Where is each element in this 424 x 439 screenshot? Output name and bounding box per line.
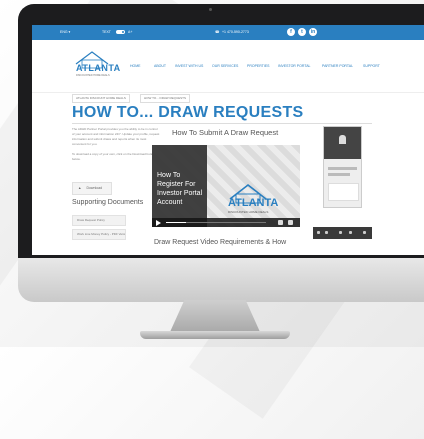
search-icon[interactable]	[317, 231, 320, 234]
monitor-stand-base	[140, 331, 290, 339]
top-utility-bar: ENG ▾ TEXT A+ ☎ +1 470-590-2773 f t in	[32, 25, 424, 40]
fullscreen-icon[interactable]	[288, 220, 293, 225]
video-logo: ATLANTA DISCOUNTED HOME DEALS	[224, 181, 296, 217]
nav-home[interactable]: HOME	[130, 64, 141, 68]
breadcrumb-current: HOW TO... DRAW REQUESTS	[140, 94, 190, 103]
phone-number-link[interactable]: +1 470-590-2773	[222, 30, 249, 34]
video-title-overlay: How To Register For Investor Portal Acco…	[152, 145, 207, 227]
video-logo-subtext: DISCOUNTED HOME DEALS	[228, 210, 269, 214]
site-header: ATLANTA DISCOUNTED HOME DEALS HOME ABOUT…	[32, 40, 424, 93]
chevron-right-icon[interactable]	[349, 231, 352, 234]
nav-partner-portal[interactable]: PARTNER PORTAL	[322, 64, 353, 68]
grid-icon[interactable]	[325, 231, 328, 234]
twitter-icon[interactable]: t	[298, 28, 306, 36]
preview-card	[328, 183, 359, 201]
video-requirements-heading: Draw Request Video Requirements & How	[154, 239, 287, 246]
camera-icon	[209, 8, 212, 11]
nav-invest-with-us[interactable]: INVEST WITH US	[175, 64, 203, 68]
intro-text: The ADHD Partner Portal provides you the…	[72, 127, 160, 146]
video-progress-bar[interactable]	[166, 222, 266, 223]
logo-text: ATLANTA	[76, 63, 121, 73]
intro-text-2: To download a copy of your own, click on…	[72, 152, 155, 161]
expand-icon[interactable]	[363, 231, 366, 234]
sidebar-gallery-controls	[313, 227, 372, 239]
download-button-label: Download	[86, 186, 103, 190]
intro-paragraph: The ADHD Partner Portal provides you the…	[72, 127, 160, 162]
page-title: HOW TO... DRAW REQUESTS	[72, 104, 304, 121]
video-section-title: How To Submit A Draw Request	[172, 128, 279, 137]
doc-link-work-line-policy[interactable]: Work Line Money Policy - PDF Version	[72, 229, 126, 240]
download-icon: ▲	[78, 186, 82, 190]
text-size-label: TEXT	[102, 30, 111, 34]
logo-subtext: DISCOUNTED HOME DEALS	[76, 74, 110, 77]
monitor-stand-neck	[170, 300, 260, 332]
supporting-documents-heading: Supporting Documents	[72, 199, 144, 206]
video-overlay-text: How To Register For Investor Portal Acco…	[157, 172, 203, 206]
lamp-icon	[339, 135, 346, 144]
nav-support[interactable]: SUPPORT	[363, 64, 380, 68]
settings-icon[interactable]	[278, 220, 283, 225]
language-selector[interactable]: ENG ▾	[60, 30, 70, 34]
doc-link-draw-request-policy[interactable]: Draw Request Policy	[72, 215, 126, 226]
nav-investor-portal[interactable]: INVESTOR PORTAL	[278, 64, 310, 68]
nav-about[interactable]: ABOUT	[154, 64, 166, 68]
font-increase-button[interactable]: A+	[128, 30, 132, 34]
browser-viewport: ENG ▾ TEXT A+ ☎ +1 470-590-2773 f t in A…	[32, 25, 424, 255]
site-logo[interactable]: ATLANTA DISCOUNTED HOME DEALS	[72, 48, 134, 80]
play-icon[interactable]	[156, 220, 161, 226]
preview-text-line	[328, 173, 350, 176]
sidebar-preview-image[interactable]	[323, 126, 362, 208]
breadcrumb-home[interactable]: ATLANTA DISCOUNT HOME DEALS	[72, 94, 130, 103]
monitor-chin	[18, 258, 424, 302]
video-controls	[152, 218, 300, 227]
download-button[interactable]: ▲ Download	[72, 182, 112, 195]
video-logo-text: ATLANTA	[228, 197, 279, 209]
phone-icon: ☎	[215, 30, 220, 34]
nav-our-services[interactable]: OUR SERVICES	[212, 64, 238, 68]
chevron-left-icon[interactable]	[339, 231, 342, 234]
divider	[72, 123, 372, 124]
preview-text-line	[328, 167, 357, 170]
linkedin-icon[interactable]: in	[309, 28, 317, 36]
nav-properties[interactable]: PROPERTIES	[247, 64, 270, 68]
video-player[interactable]: ATLANTA DISCOUNTED HOME DEALS How To Reg…	[152, 145, 300, 227]
facebook-icon[interactable]: f	[287, 28, 295, 36]
contrast-toggle[interactable]	[116, 30, 125, 34]
